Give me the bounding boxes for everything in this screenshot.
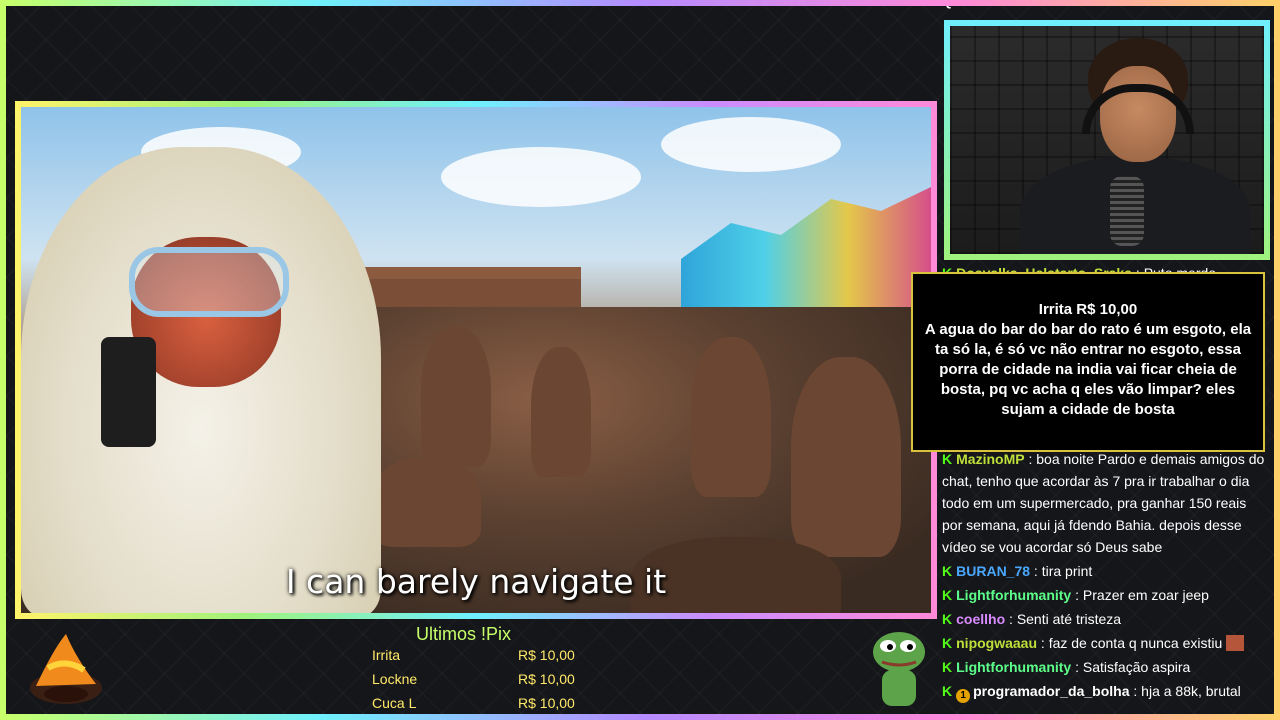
kick-k-icon: K <box>942 635 953 651</box>
webcam-feed[interactable] <box>950 26 1264 254</box>
person <box>691 337 771 497</box>
pix-title: Ultimos !Pix <box>416 624 512 644</box>
cloud <box>441 147 641 207</box>
chat-message: Kcoellho : Senti até tristeza <box>942 611 1122 627</box>
reporter-in-protective-suit <box>21 147 381 613</box>
chat-text: faz de conta q nunca existiu <box>1048 635 1223 651</box>
alert-message: A agua do bar do bar do rato é um esgoto… <box>924 321 1252 418</box>
person <box>421 327 491 467</box>
chat-username[interactable]: BURAN_78 <box>956 563 1030 579</box>
chat-message: K 1 programador_da_bolha : hja a 88k, brut… <box>942 683 1241 703</box>
goggles <box>129 247 289 317</box>
chat-username[interactable]: Lightforhumanity <box>956 659 1071 675</box>
person <box>371 457 481 547</box>
pepe-frog-icon <box>868 626 930 710</box>
donation-alert: Irrita R$ 10,00 A agua do bar do bar do … <box>911 272 1265 452</box>
main-video[interactable]: I can barely navigate it <box>21 107 931 613</box>
pix-name: Lockne <box>372 671 418 687</box>
cloud <box>661 117 841 172</box>
subscriber-badge-icon: 1 <box>956 689 971 703</box>
kick-k-icon: K <box>942 683 953 699</box>
chat-username[interactable]: Lightforhumanity <box>956 587 1071 603</box>
kick-k-icon: K <box>942 659 953 675</box>
webcam-frame <box>944 20 1270 260</box>
chat-message: K BURAN_78 : tira print <box>942 563 1093 579</box>
pix-value: R$ 10,00 <box>518 671 575 687</box>
kick-k-icon: K <box>942 587 953 603</box>
main-video-frame: I can barely navigate it <box>15 101 937 619</box>
wizard-hat-mascot-icon <box>26 628 106 708</box>
alert-title: Irrita R$ 10,00 <box>1038 301 1138 318</box>
chat-message: K Lightforhumanity : Satisfação aspira <box>942 659 1191 675</box>
chat-text: Senti até tristeza <box>1016 611 1122 627</box>
pix-name: Irrita <box>372 647 400 663</box>
studio-microphone <box>1110 176 1144 246</box>
chat-message: K Lightforhumanity : Prazer em zoar jeep <box>942 587 1209 603</box>
kick-k-icon: K <box>942 611 953 627</box>
chat-text: Prazer em zoar jeep <box>1082 587 1209 603</box>
pix-value: R$ 10,00 <box>518 647 575 663</box>
pix-value: R$ 10,00 <box>518 695 575 711</box>
person <box>531 347 591 477</box>
chat-message: Knipogwaaau : faz de conta q nunca exist… <box>940 632 1270 654</box>
chat-text: Satisfação aspira <box>1082 659 1191 675</box>
chat-username[interactable]: nipogwaaau <box>956 635 1037 651</box>
video-subtitle: I can barely navigate it <box>285 562 667 601</box>
colorful-temple <box>681 187 931 307</box>
emote-icon <box>1226 635 1245 651</box>
kick-k-icon: K <box>942 563 953 579</box>
reporter-microphone <box>101 337 156 447</box>
chat-message: K MazinoMP : boa noite Pardo e demais ami… <box>942 451 1265 555</box>
person <box>791 357 901 557</box>
chat-text: hja a 88k, brutal <box>1141 683 1241 699</box>
pix-name: Cuca L <box>372 695 417 711</box>
chat-username[interactable]: MazinoMP <box>956 451 1024 467</box>
chat-text: tira print <box>1041 563 1093 579</box>
chat-username[interactable]: coellho <box>956 611 1005 627</box>
kick-k-icon: K <box>942 451 953 467</box>
cut-off-heading: QUE DESCRIPELLAR!!!!!! <box>942 0 1112 9</box>
chat-username[interactable]: programador_da_bolha <box>973 683 1129 699</box>
